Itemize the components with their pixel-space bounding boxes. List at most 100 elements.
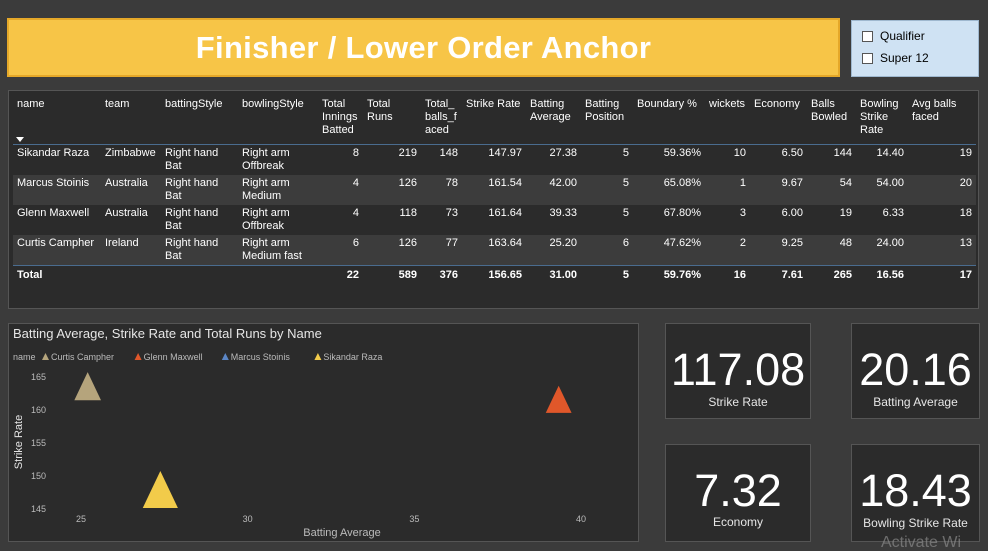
legend-label[interactable]: Sikandar Raza <box>323 352 382 362</box>
slicer-option-super-12[interactable]: Super 12 <box>862 51 929 65</box>
x-tick-label: 30 <box>243 514 253 524</box>
legend-label[interactable]: Curtis Campher <box>51 352 114 362</box>
table-cell: Right hand Bat <box>165 236 219 262</box>
table-cell: Sikandar Raza <box>17 146 90 159</box>
table-cell: 376 <box>421 264 462 285</box>
card-label: Bowling Strike Rate <box>863 516 968 530</box>
table-cell: 18 <box>959 206 972 219</box>
card-value: 117.08 <box>670 344 806 395</box>
page-title: Finisher / Lower Order Anchor <box>195 29 652 65</box>
column-header[interactable]: Bowling Strike Rate <box>856 94 908 144</box>
table-cell: 161.64 <box>488 206 522 219</box>
table-cell: Total <box>13 264 101 285</box>
table-cell: 77 <box>445 236 458 249</box>
table-cell: Right hand Bat <box>165 146 219 172</box>
scatter-chart: Batting Average, Strike Rate and Total R… <box>13 326 638 539</box>
legend-label[interactable]: Glenn Maxwell <box>144 352 203 362</box>
table-cell: 219 <box>398 146 417 159</box>
table-cell: 2 <box>739 236 746 249</box>
y-tick-label: 155 <box>31 438 46 448</box>
column-header[interactable]: Boundary % <box>633 94 705 144</box>
table-cell <box>161 264 238 285</box>
column-header[interactable]: Total Runs <box>363 94 421 144</box>
table-row[interactable]: Curtis Campher Ireland Right hand Bat Ri… <box>13 234 976 265</box>
table-cell: Ireland <box>105 236 139 249</box>
column-header[interactable]: bowlingStyle <box>238 94 318 144</box>
column-header[interactable]: team <box>101 94 161 144</box>
table-cell: 6 <box>622 236 629 249</box>
table-cell: 4 <box>352 206 359 219</box>
x-tick-label: 40 <box>576 514 586 524</box>
checkbox[interactable] <box>862 52 873 64</box>
scatter-point[interactable] <box>74 372 101 401</box>
table-cell <box>238 264 318 285</box>
table-cell: 265 <box>807 264 856 285</box>
table-cell: 148 <box>439 146 458 159</box>
chart-title: Batting Average, Strike Rate and Total R… <box>13 326 322 341</box>
table-total-row: Total 22 589 376 156.65 31.00 5 59.76% 1… <box>13 264 976 285</box>
scatter-point[interactable] <box>634 386 638 414</box>
table-cell: 25.20 <box>549 236 577 249</box>
table-cell: 144 <box>833 146 852 159</box>
column-header[interactable]: Batting Position <box>581 94 633 144</box>
table-cell: 47.62% <box>663 236 701 249</box>
sort-descending-icon[interactable] <box>16 137 24 142</box>
slicer-option-label: Super 12 <box>880 51 929 65</box>
table-cell: Right arm Offbreak <box>242 146 290 172</box>
table-cell: 126 <box>398 236 417 249</box>
column-header[interactable]: battingStyle <box>161 94 238 144</box>
column-header[interactable]: Total_ balls_f aced <box>421 94 462 144</box>
table-cell: 67.80% <box>663 206 701 219</box>
table-cell: Zimbabwe <box>105 146 156 159</box>
table-cell: 9.67 <box>781 176 803 189</box>
table-cell: 48 <box>839 236 852 249</box>
column-header[interactable]: Avg balls faced <box>908 94 976 144</box>
table-cell: 118 <box>399 206 417 219</box>
table-cell: Glenn Maxwell <box>17 206 90 219</box>
table-cell: 7.61 <box>750 264 807 285</box>
table-cell: 8 <box>352 146 359 159</box>
table-cell: 4 <box>352 176 359 189</box>
legend-label[interactable]: Marcus Stoinis <box>231 352 291 362</box>
table-cell: 54.00 <box>876 176 904 189</box>
scatter-point[interactable] <box>545 385 572 413</box>
column-header[interactable]: Strike Rate <box>462 94 526 144</box>
table-cell: 16.56 <box>856 264 908 285</box>
checkbox[interactable] <box>862 30 873 42</box>
y-tick-label: 150 <box>31 471 46 481</box>
page-title-banner: Finisher / Lower Order Anchor <box>7 18 840 77</box>
card-label: Strike Rate <box>708 395 768 409</box>
column-header[interactable]: Balls Bowled <box>807 94 856 144</box>
table-row[interactable]: Sikandar Raza Zimbabwe Right hand Bat Ri… <box>13 144 976 175</box>
table-cell: 17 <box>908 264 976 285</box>
slicer-option-qualifier[interactable]: Qualifier <box>862 29 925 43</box>
activation-watermark: Activate Wi <box>881 534 962 551</box>
column-header[interactable]: Batting Average <box>526 94 581 144</box>
table-cell: 24.00 <box>876 236 904 249</box>
column-header[interactable]: Total Innings Batted <box>318 94 363 144</box>
table-row[interactable]: Marcus Stoinis Australia Right hand Bat … <box>13 174 976 205</box>
x-tick-label: 25 <box>76 514 86 524</box>
table-cell: 9.25 <box>781 236 803 249</box>
table-cell: 54 <box>839 176 852 189</box>
table-cell: 39.33 <box>549 206 577 219</box>
table-row[interactable]: Glenn Maxwell Australia Right hand Bat R… <box>13 205 976 235</box>
column-header[interactable]: wickets <box>705 94 750 144</box>
table-cell: 589 <box>363 264 421 285</box>
table-cell: 73 <box>445 206 458 219</box>
table-cell: 42.00 <box>549 176 577 189</box>
table-cell: Marcus Stoinis <box>17 176 90 189</box>
table-cell: 156.65 <box>462 264 526 285</box>
y-tick-label: 165 <box>31 372 46 382</box>
column-header[interactable]: name <box>13 94 101 144</box>
card-value: 7.32 <box>694 465 782 516</box>
table-cell: Curtis Campher <box>17 236 95 249</box>
player-stats-table-panel: name team battingStyle bowlingStyle Tota… <box>8 90 979 309</box>
y-axis-label: Strike Rate <box>13 415 25 469</box>
batting-average-card: 20.16 Batting Average <box>851 323 980 419</box>
table-cell: 10 <box>733 146 746 159</box>
scatter-chart-panel: Batting Average, Strike Rate and Total R… <box>8 323 639 542</box>
scatter-point[interactable] <box>142 471 178 509</box>
card-value: 18.43 <box>859 465 972 516</box>
column-header[interactable]: Economy <box>750 94 807 144</box>
